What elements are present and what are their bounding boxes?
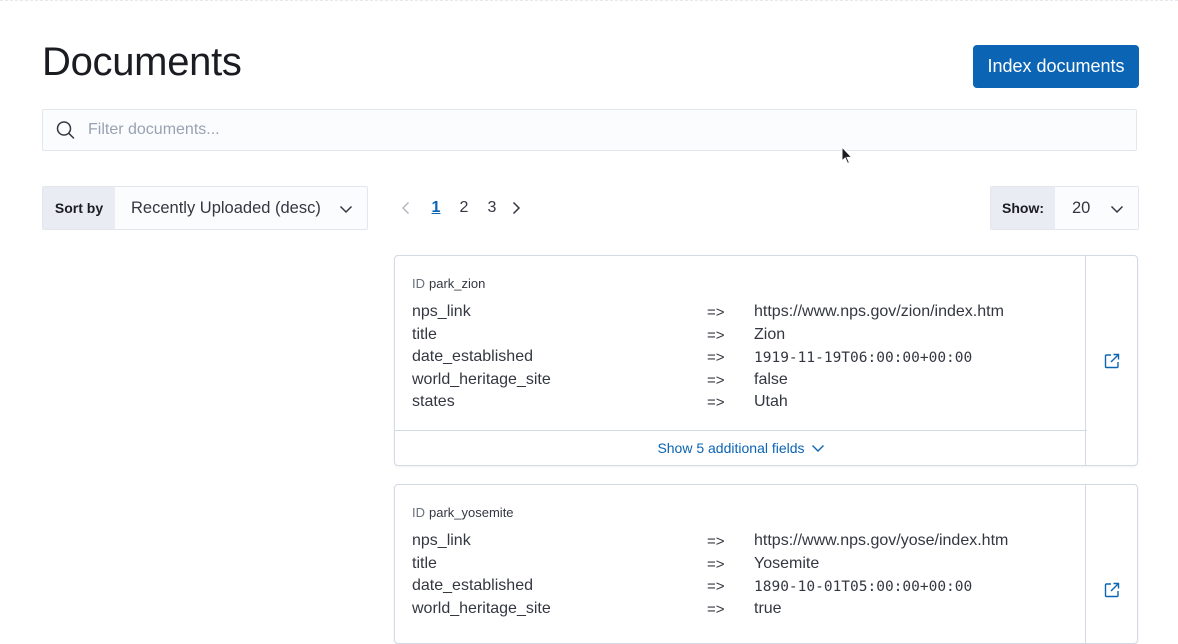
field-value: Zion	[754, 326, 786, 343]
document-field: nps_link => https://www.nps.gov/yose/ind…	[412, 532, 1072, 554]
field-value: 1890-10-01T05:00:00+00:00	[754, 579, 973, 595]
page-2-link[interactable]: 2	[450, 199, 478, 217]
page-3-link[interactable]: 3	[478, 199, 506, 217]
field-value: false	[754, 371, 788, 388]
field-value: https://www.nps.gov/zion/index.htm	[754, 303, 1004, 320]
page-title: Documents	[42, 40, 242, 84]
chevron-left-icon[interactable]	[398, 200, 414, 216]
sort-selected-value: Recently Uploaded (desc)	[131, 198, 321, 217]
search-icon	[56, 121, 75, 139]
field-name: states	[412, 393, 455, 410]
field-name: world_heritage_site	[412, 371, 551, 388]
show-additional-fields-button[interactable]: Show 5 additional fields	[395, 430, 1087, 465]
field-name: date_established	[412, 577, 533, 594]
field-separator: =>	[707, 304, 725, 321]
field-value: https://www.nps.gov/yose/index.htm	[754, 532, 1009, 549]
document-field: nps_link => https://www.nps.gov/zion/ind…	[412, 303, 1072, 325]
document-card: ID park_zion nps_link => https://www.nps.…	[394, 255, 1138, 466]
document-id: ID park_yosemite	[412, 505, 514, 520]
page-size-value: 20	[1072, 198, 1091, 217]
field-name: date_established	[412, 348, 533, 365]
field-separator: =>	[707, 349, 725, 366]
document-id-value: park_yosemite	[429, 505, 514, 520]
page-size-label: Show:	[991, 187, 1055, 229]
field-separator: =>	[707, 533, 725, 550]
document-field: date_established => 1890-10-01T05:00:00+…	[412, 577, 1072, 599]
field-separator: =>	[707, 578, 725, 595]
external-link-icon[interactable]	[1103, 581, 1121, 599]
show-additional-fields-label: Show 5 additional fields	[657, 440, 805, 456]
page-size-select[interactable]: 20	[1055, 187, 1138, 229]
document-card-actions	[1085, 485, 1137, 643]
sort-label: Sort by	[43, 187, 115, 229]
document-field: title => Zion	[412, 326, 1072, 348]
sort-control[interactable]: Sort by Recently Uploaded (desc)	[42, 186, 368, 230]
document-card-body: ID park_yosemite nps_link => https://www.…	[395, 485, 1087, 643]
search-input[interactable]	[86, 120, 1136, 140]
mouse-cursor-icon	[841, 146, 853, 165]
filter-documents-search[interactable]	[42, 109, 1137, 151]
field-separator: =>	[707, 372, 725, 389]
field-separator: =>	[707, 556, 725, 573]
chevron-down-icon	[1110, 205, 1124, 214]
chevron-right-icon[interactable]	[508, 200, 524, 216]
document-field: world_heritage_site => true	[412, 600, 1072, 622]
index-documents-button[interactable]: Index documents	[973, 45, 1139, 88]
field-name: title	[412, 326, 437, 343]
field-name: nps_link	[412, 303, 471, 320]
document-field: world_heritage_site => false	[412, 371, 1072, 393]
top-divider	[0, 0, 1178, 1]
field-value: Utah	[754, 393, 788, 410]
field-name: world_heritage_site	[412, 600, 551, 617]
field-value: Yosemite	[754, 555, 820, 572]
document-card: ID park_yosemite nps_link => https://www.…	[394, 484, 1138, 644]
field-name: title	[412, 555, 437, 572]
external-link-icon[interactable]	[1103, 352, 1121, 370]
field-separator: =>	[707, 394, 725, 411]
pagination: 1 2 3	[398, 196, 524, 220]
field-separator: =>	[707, 601, 725, 618]
page-size-control[interactable]: Show: 20	[990, 186, 1139, 230]
document-card-actions	[1085, 256, 1137, 465]
field-name: nps_link	[412, 532, 471, 549]
document-field: date_established => 1919-11-19T06:00:00+…	[412, 348, 1072, 370]
sort-select[interactable]: Recently Uploaded (desc)	[115, 187, 367, 229]
field-value: true	[754, 600, 782, 617]
chevron-down-icon	[339, 205, 353, 214]
field-value: 1919-11-19T06:00:00+00:00	[754, 350, 973, 366]
document-field: states => Utah	[412, 393, 1072, 415]
document-id-prefix: ID	[412, 505, 425, 520]
document-field: title => Yosemite	[412, 555, 1072, 577]
document-card-body: ID park_zion nps_link => https://www.nps.…	[395, 256, 1087, 465]
document-id-prefix: ID	[412, 276, 425, 291]
document-id: ID park_zion	[412, 276, 485, 291]
chevron-down-icon	[811, 445, 824, 452]
page-1-link[interactable]: 1	[422, 199, 450, 217]
document-id-value: park_zion	[429, 276, 486, 291]
field-separator: =>	[707, 327, 725, 344]
